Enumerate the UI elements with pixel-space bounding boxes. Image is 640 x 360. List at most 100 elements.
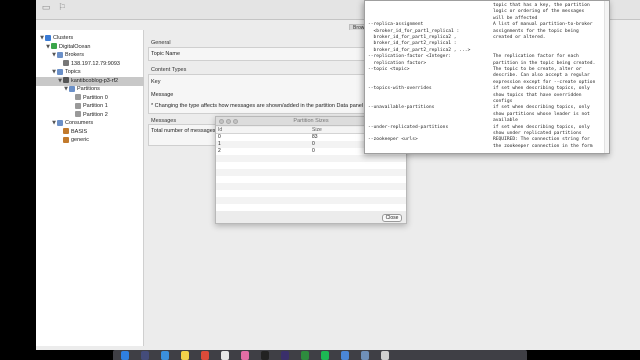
tree-item-label: DigitalOcean [59,43,91,50]
folder-icon[interactable]: ▭ [40,2,52,14]
general-box: Topic Name [148,47,388,61]
downloads-icon[interactable] [361,351,369,360]
tree-node-icon [45,34,51,41]
launchpad-icon[interactable] [141,351,149,360]
terminal-line: --replica-assignment A list of manual par… [365,22,603,28]
tree-item-label: Consumers [65,120,94,126]
partition-id-cell: 1 [218,141,221,147]
option-name: --unavailable-partitions [368,105,435,111]
option-name: <broker_id_for_part1_replica1 : [368,28,460,34]
option-description: available [493,118,518,124]
photos-icon[interactable] [221,351,229,360]
option-description: REQUIRED: The connection string for [493,137,590,143]
option-name: replication factor> [368,60,427,66]
tree-item-label: Partition 2 [83,111,108,118]
tree-node-icon [75,94,81,101]
option-description: if set when describing topics, only [493,105,590,111]
empty-table-row [216,204,406,211]
total-messages-label: Total number of messages [151,128,216,134]
tree-node-icon [63,77,69,84]
terminal-line: the zookeeper connection in the form [365,144,603,150]
tree-item[interactable]: generic [36,136,144,145]
finder-icon[interactable] [121,351,129,360]
tree-item-label: 138.197.12.79:9093 [71,60,120,67]
option-description: the zookeeper connection in the form [493,143,593,149]
option-name: --zookeeper <urls> [368,137,418,143]
tree-item-label: kantibcoblog-p3-rf2 [71,77,119,84]
size-column-header[interactable]: Size [312,127,322,134]
option-description: expression except for --create option [493,79,596,85]
option-description: if set when describing topics, only [493,124,590,130]
terminal-help-window: topic that has a key, the partition logic… [364,0,610,154]
terminal-line: broker_id_for_part2_replica1 : [365,41,603,47]
tree-node-icon [63,128,69,135]
terminal-line: --unavailable-partitions if set when desc… [365,105,603,111]
tree-item-label: Partitions [77,86,100,92]
terminal-line: --replication-factor <Integer: The replic… [365,54,603,60]
tree-node-icon [69,85,75,92]
tree-node-icon [63,60,69,67]
excel-icon[interactable] [301,351,309,360]
option-description: assignments for the topic being [493,28,579,34]
option-description: partition in the topic being created. [493,60,596,66]
filter-icon[interactable]: ⚐ [56,2,68,14]
option-description: describe. Can also accept a regular [493,73,590,79]
empty-table-row [216,169,406,176]
option-description: The replication factor for each [493,54,579,60]
eclipse-icon[interactable] [281,351,289,360]
message-label: Message [151,92,174,98]
xcode-icon[interactable] [341,351,349,360]
terminal-line: <broker_id_for_part1_replica1 : assignmen… [365,29,603,35]
terminal-line: show topics that have overridden [365,93,603,99]
tree-node-icon [51,43,57,50]
trash-icon[interactable] [381,351,389,360]
id-column-header[interactable]: Id [218,127,222,134]
general-title: General [151,40,171,46]
tree-item-label: Partition 0 [83,94,108,101]
chrome-icon[interactable] [201,351,209,360]
dock [113,350,527,360]
option-description: will be affected [493,15,538,21]
terminal-line: describe. Can also accept a regular [365,73,603,79]
terminal-line: --under-replicated-partitions if set when… [365,125,603,131]
tree-item-label: Brokers [65,52,84,58]
terminal-line: --zookeeper <urls> REQUIRED: The connecti… [365,137,603,143]
content-types-box: Key Message * Changing the type affects … [148,74,388,114]
notes-icon[interactable] [181,351,189,360]
tree-node-icon [57,68,63,75]
tree-node-icon [63,136,69,143]
option-name: --under-replicated-partitions [368,124,449,130]
type-note: * Changing the type affects how messages… [151,103,364,109]
option-name: --topics-with-overrides [368,86,432,92]
partition-id-cell: 0 [218,134,221,140]
empty-table-row [216,155,406,162]
option-name: broker_id_for_part2_replica1 : [368,41,457,47]
partition-id-cell: 2 [218,148,221,154]
tree-item-label: Topics [65,69,81,75]
tree-node-icon [57,119,63,126]
terminal-line: expression except for --create option [365,80,603,86]
empty-table-row [216,176,406,183]
tree-node-icon [75,102,81,109]
topic-name-label: Topic Name [151,51,181,57]
content-types-title: Content Types [151,67,187,73]
terminal-scrollbar[interactable] [604,1,609,153]
option-description: created or altered. [493,35,546,40]
option-description: show partitions whose leader is not [493,111,590,117]
terminal-icon[interactable] [261,351,269,360]
empty-table-row [216,183,406,190]
tree-item-label: Partition 1 [83,103,108,109]
terminal-line: will be affected [365,16,603,22]
tree-node-icon [57,51,63,58]
terminal-line: available [365,118,603,124]
empty-table-row [216,162,406,169]
terminal-line: broker_id_for_part2_replica2 , ...> [365,48,603,54]
itunes-icon[interactable] [241,351,249,360]
terminal-line: --topics-with-overrides if set when descr… [365,86,603,92]
terminal-line: logic or ordering of the messages [365,9,603,15]
spotify-icon[interactable] [321,351,329,360]
option-description: logic or ordering of the messages [493,9,585,15]
partition-size-cell: 83 [312,134,318,140]
safari-icon[interactable] [161,351,169,360]
close-button[interactable]: Close [382,214,402,222]
